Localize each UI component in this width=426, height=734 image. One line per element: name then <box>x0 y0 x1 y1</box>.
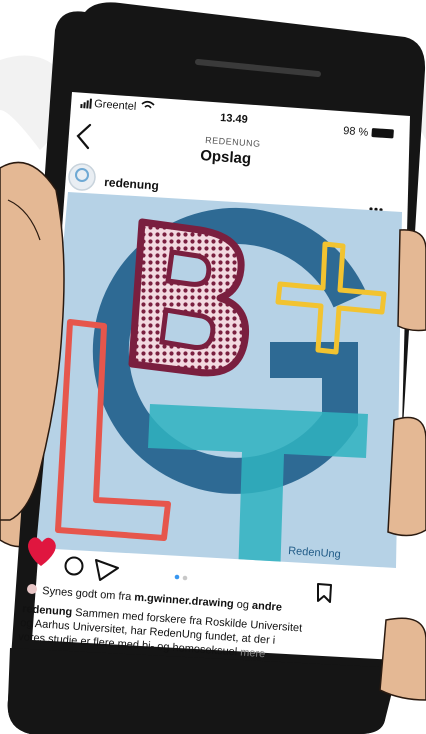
page-title: Opslag <box>200 147 252 168</box>
carousel-dot-active <box>174 574 180 580</box>
battery-icon <box>371 128 394 139</box>
avatar[interactable] <box>68 163 96 191</box>
letter-b-hole <box>159 307 216 350</box>
likes-others[interactable]: andre <box>252 600 283 614</box>
carousel-dot <box>182 575 188 581</box>
caption-more-link[interactable]: mere <box>240 647 266 661</box>
right-finger <box>387 416 426 537</box>
post-image[interactable]: RedenUng <box>20 180 420 580</box>
letter-b-hole <box>165 249 212 287</box>
battery-percent: 98 % <box>343 125 369 139</box>
phone-scene: Greentel 13.49 98 % REDENUNG Opslag rede… <box>0 2 426 734</box>
letter-b-shape <box>128 218 250 377</box>
likes-mid: og <box>236 599 252 612</box>
liker-avatar[interactable] <box>27 584 37 594</box>
right-finger <box>379 617 426 701</box>
clock-time: 13.49 <box>220 112 248 126</box>
right-finger <box>397 229 426 332</box>
